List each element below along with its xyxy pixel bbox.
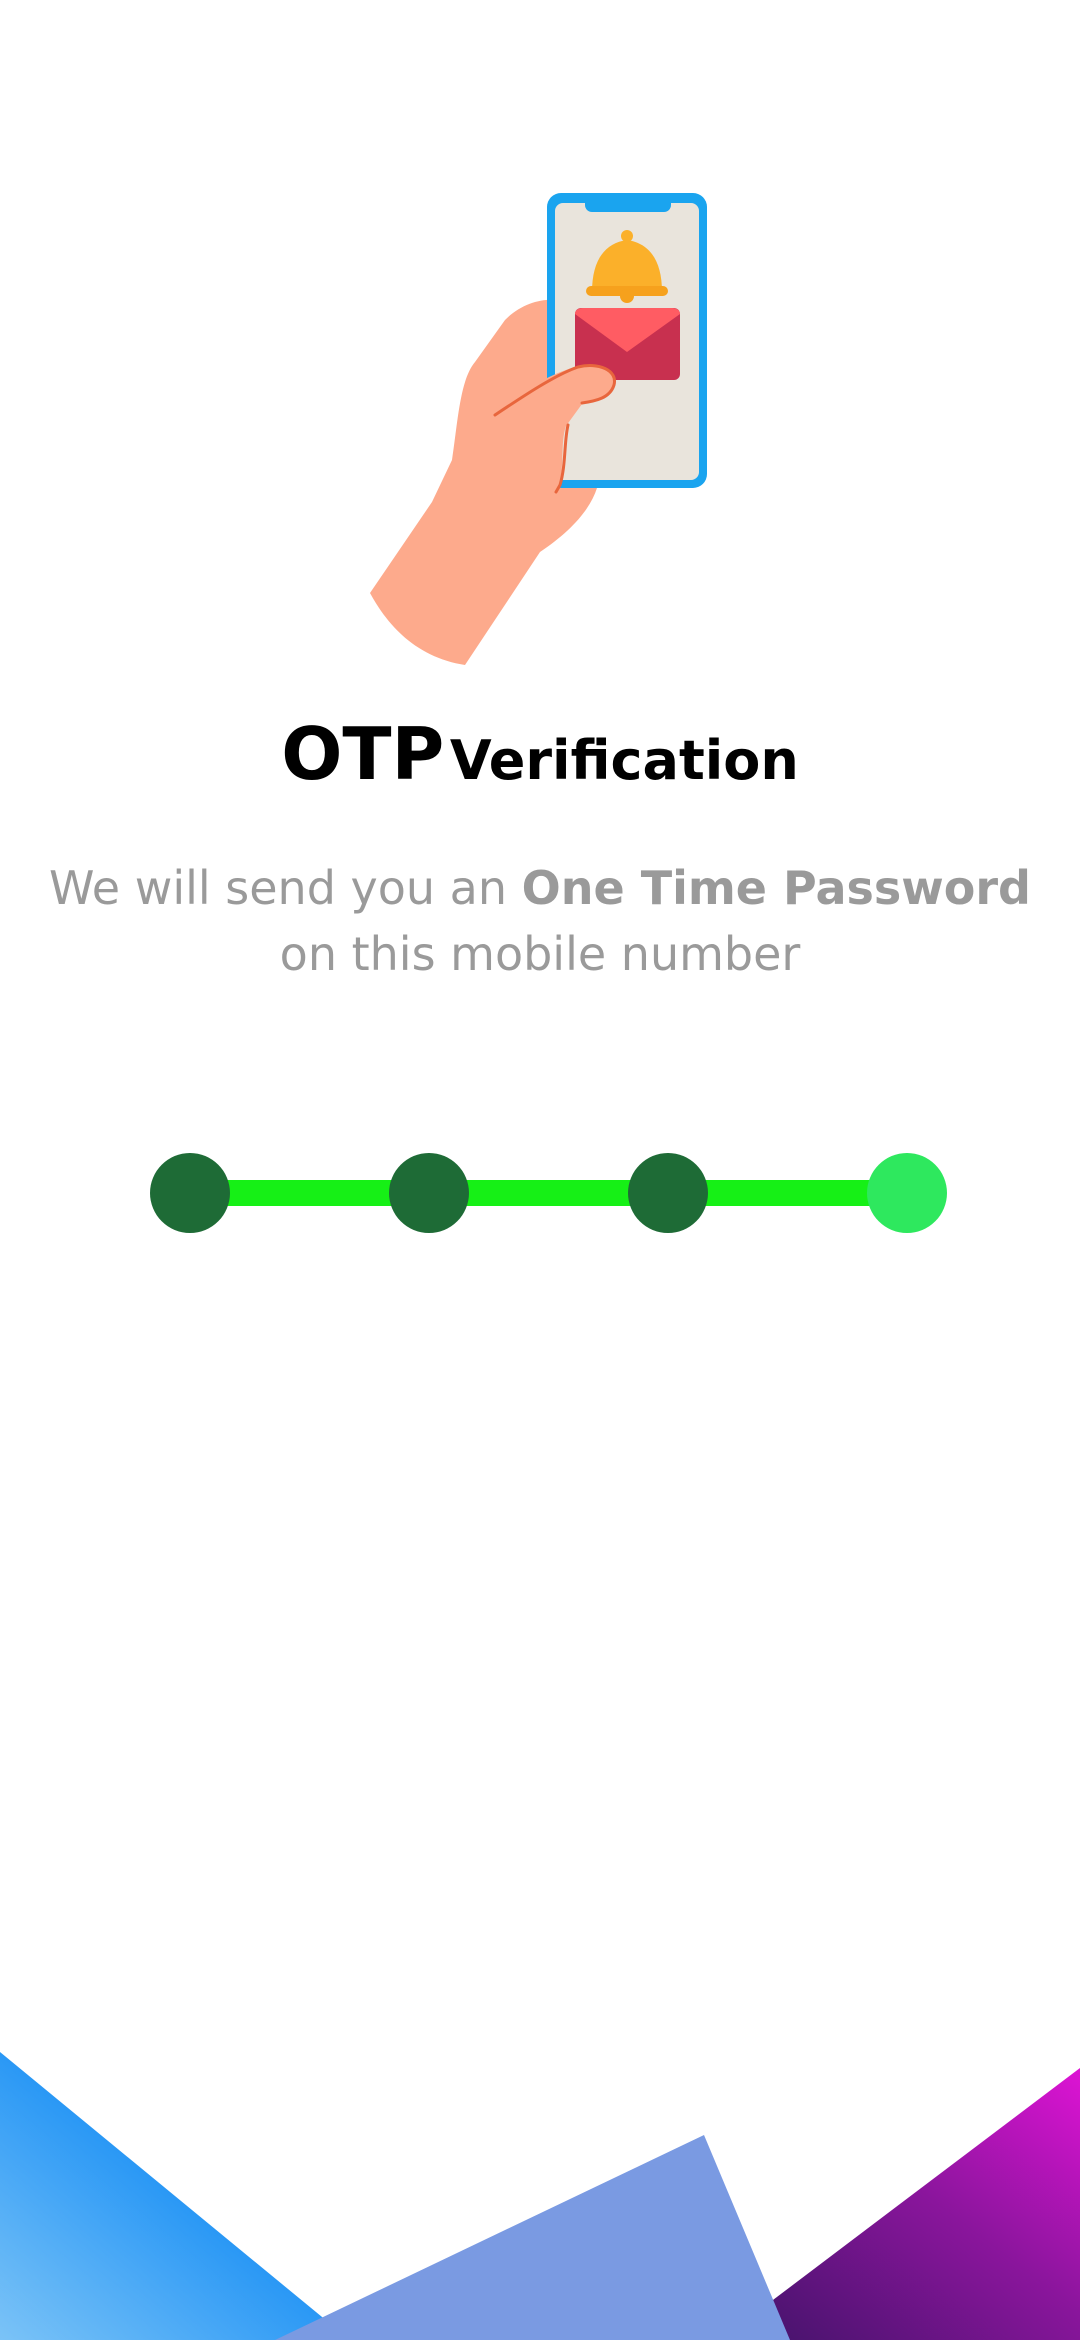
step-3-indicator: [628, 1153, 708, 1233]
page-title: OTP Verification: [0, 712, 1080, 796]
instruction-line-2: on this mobile number: [279, 927, 801, 981]
instruction-line-1: We will send you an One Time Password: [0, 855, 1080, 921]
instruction-bold: One Time Password: [521, 861, 1031, 915]
step-4-indicator: [867, 1153, 947, 1233]
title-verification: Verification: [449, 729, 799, 792]
instruction-text: We will send you an One Time Password on…: [0, 855, 1080, 987]
purple-triangle-shape: [720, 2068, 1080, 2340]
step-1-indicator: [150, 1153, 230, 1233]
title-otp: OTP: [281, 712, 445, 796]
phone-notification-illustration: [370, 193, 707, 665]
blue-triangle-shape: [0, 2052, 350, 2340]
lavender-triangle-shape: [275, 2135, 790, 2340]
bottom-decoration: [0, 2052, 1080, 2340]
instruction-prefix: We will send you an: [48, 861, 522, 915]
otp-verification-screen: OTP Verification We will send you an One…: [0, 0, 1080, 2340]
progress-stepper: [150, 1153, 950, 1233]
step-2-indicator: [389, 1153, 469, 1233]
stepper-track: [190, 1180, 900, 1206]
